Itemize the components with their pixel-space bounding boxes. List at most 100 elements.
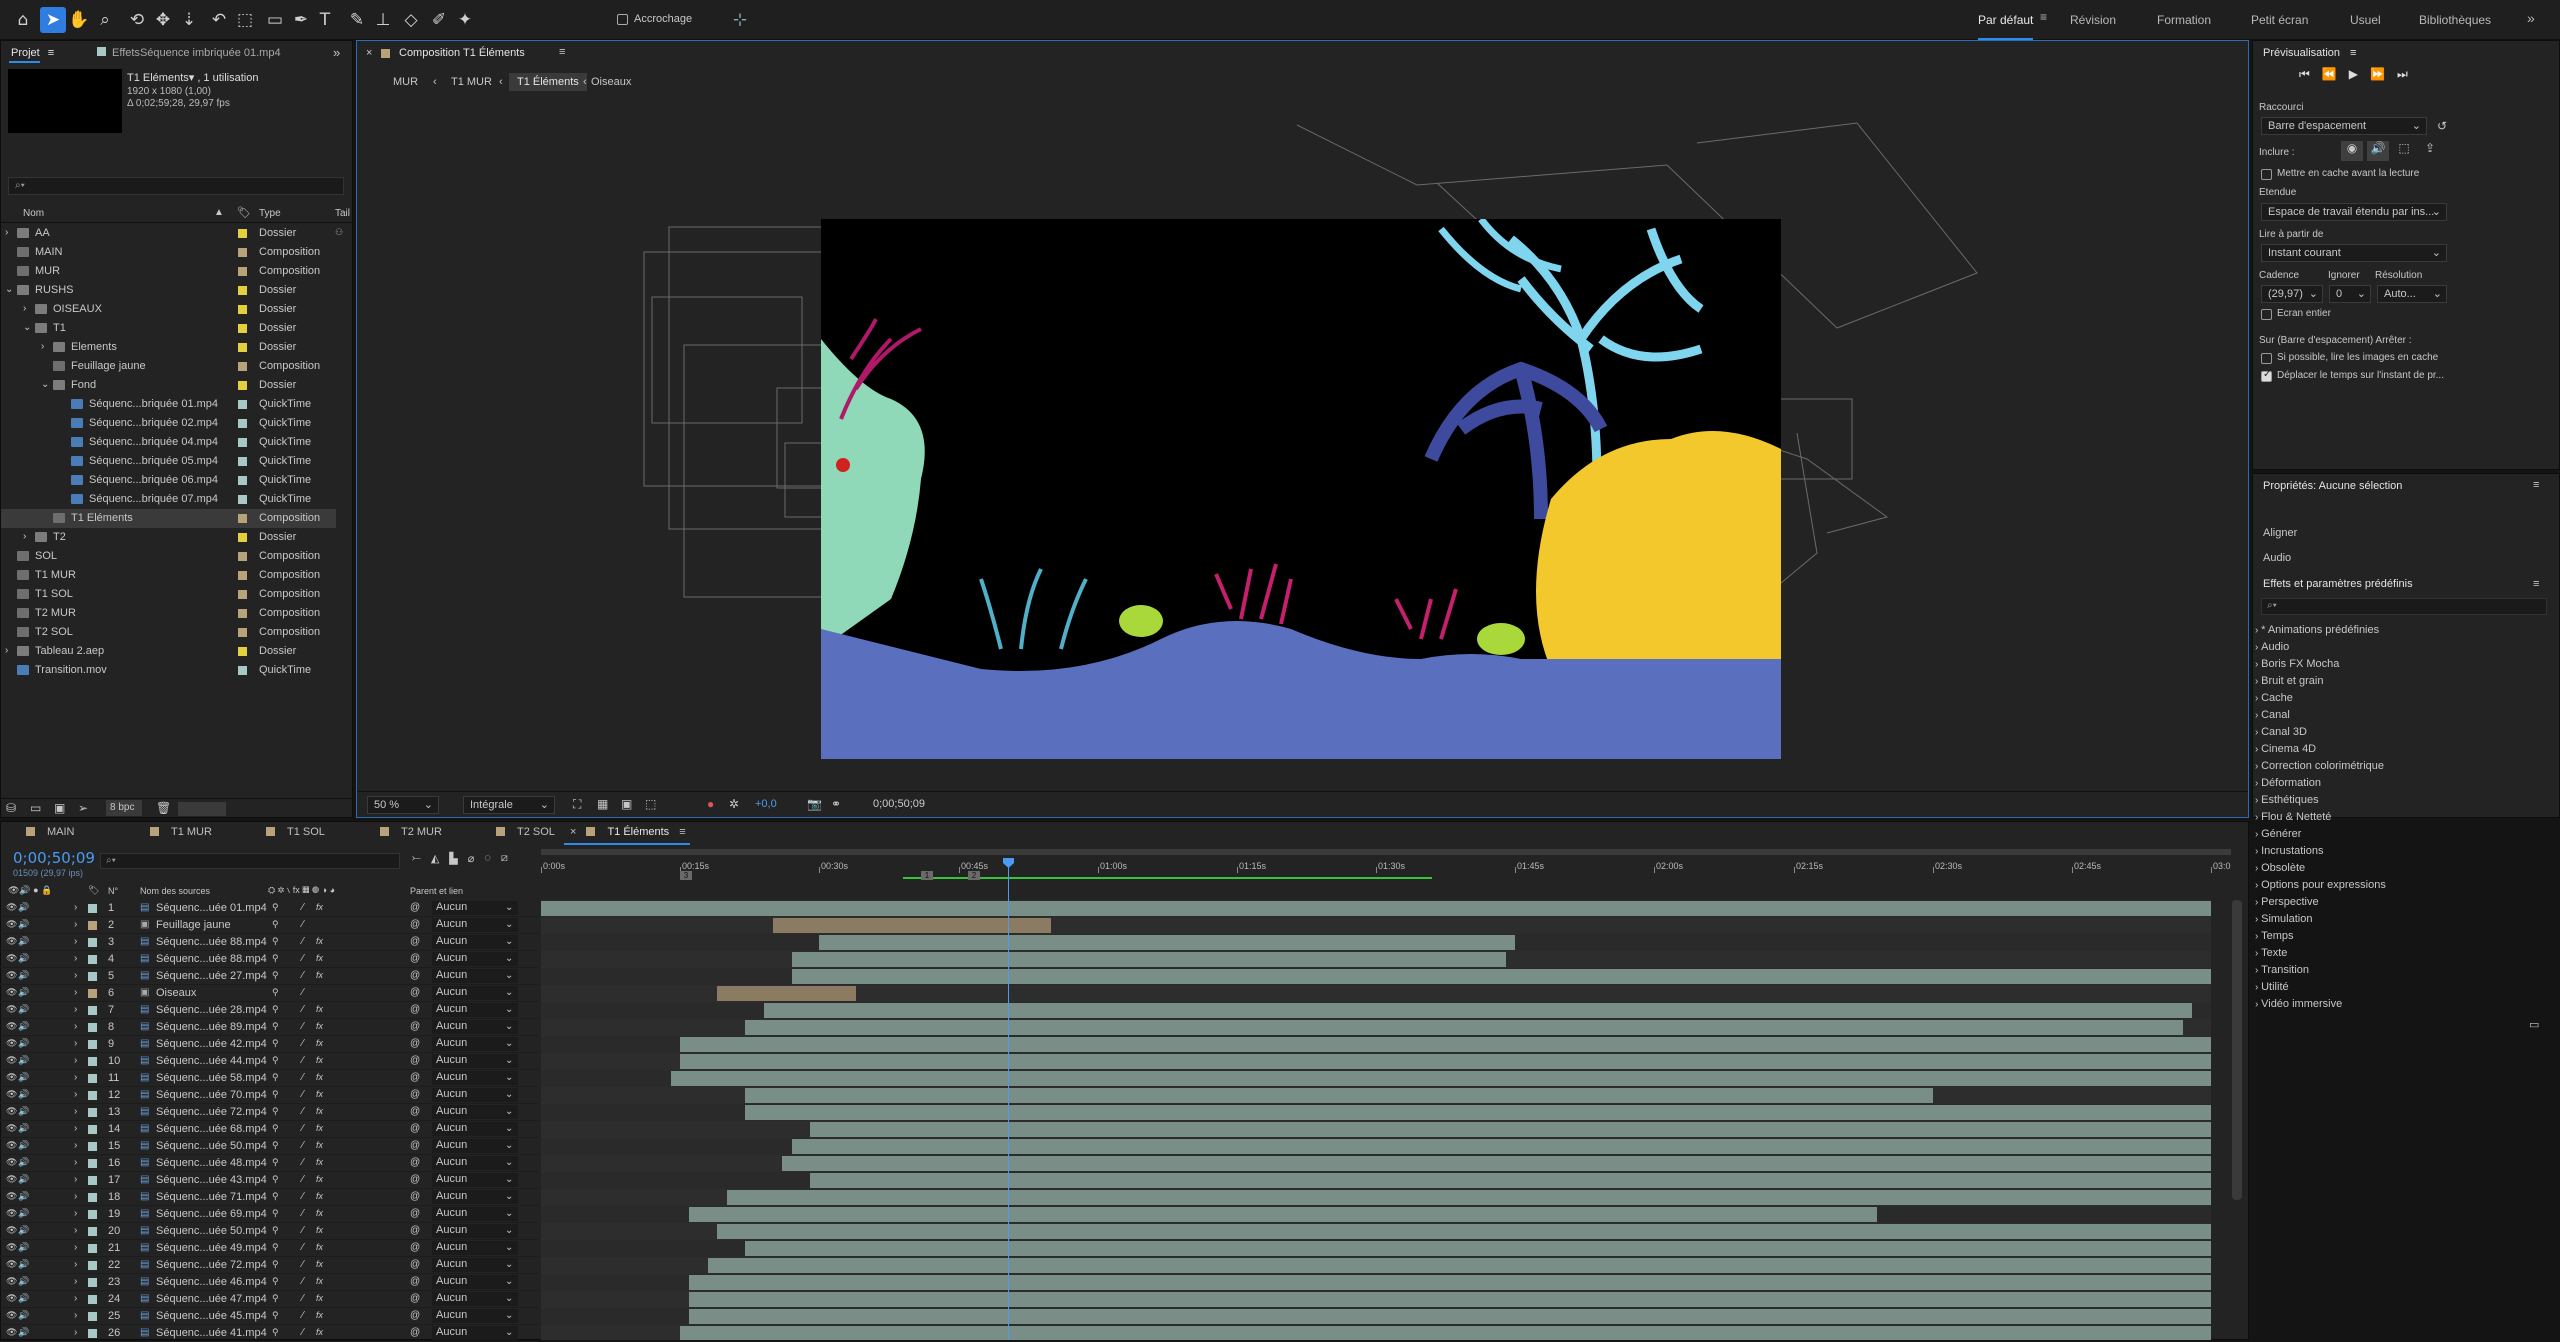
label-color-swatch[interactable] [238, 666, 247, 675]
label-tag-icon[interactable]: 🏷 [237, 206, 251, 219]
parent-pickwhip-icon[interactable]: @ [410, 1276, 420, 1287]
label-color-swatch[interactable] [88, 1023, 97, 1032]
shy-switch-icon[interactable]: ⚲ [272, 1225, 279, 1236]
visibility-eye-icon[interactable]: 👁 [6, 919, 17, 930]
parent-pickwhip-icon[interactable]: @ [410, 1259, 420, 1270]
label-color-swatch[interactable] [238, 419, 247, 428]
audio-speaker-icon[interactable]: 🔊 [18, 953, 29, 964]
shy-switch-icon[interactable]: ⚲ [272, 1004, 279, 1015]
visibility-eye-icon[interactable]: 👁 [6, 1157, 17, 1168]
show-snapshot-icon[interactable]: ⚭ [831, 797, 841, 811]
panel-collapse-icon[interactable]: » [333, 45, 340, 60]
draft-3d-icon[interactable]: ◭ [431, 852, 439, 865]
audio-speaker-icon[interactable]: 🔊 [18, 1225, 29, 1236]
layer-duration-bar[interactable] [671, 1071, 2211, 1086]
label-color-swatch[interactable] [88, 904, 97, 913]
visibility-eye-icon[interactable]: 👁 [6, 902, 17, 913]
expand-layer-icon[interactable]: › [74, 1106, 77, 1117]
cache-checkbox[interactable] [2261, 169, 2272, 180]
workspace-tab[interactable]: Bibliothèques [2419, 13, 2491, 27]
parent-pickwhip-icon[interactable]: @ [410, 919, 420, 930]
new-bin-icon[interactable]: ▭ [2529, 1018, 2539, 1031]
audio-speaker-icon[interactable]: 🔊 [18, 1293, 29, 1304]
project-item[interactable]: Séquenc...briquée 07.mp4 QuickTime [1, 490, 337, 509]
effects-category[interactable]: › Vidéo immersive [2255, 998, 2342, 1010]
play-from-dropdown[interactable]: Instant courant ⌄ [2261, 244, 2447, 262]
parent-pickwhip-icon[interactable]: @ [410, 1293, 420, 1304]
breadcrumb-item[interactable]: T1 MUR [443, 73, 500, 91]
panel-menu-icon[interactable]: ≡ [2350, 47, 2356, 59]
visibility-eye-icon[interactable]: 👁 [6, 1259, 17, 1270]
col-type-header[interactable]: Type [259, 208, 281, 219]
audio-speaker-icon[interactable]: 🔊 [18, 1072, 29, 1083]
quality-switch-icon[interactable]: ⁄ [302, 1123, 304, 1134]
effects-category[interactable]: › Esthétiques [2255, 794, 2319, 806]
breadcrumb-item[interactable]: Oiseaux [583, 73, 639, 91]
visibility-eye-icon[interactable]: 👁 [6, 1276, 17, 1287]
label-color-swatch[interactable] [88, 1210, 97, 1219]
visibility-eye-icon[interactable]: 👁 [6, 1310, 17, 1321]
panel-menu-icon[interactable]: ≡ [48, 47, 54, 59]
disclosure-open-icon[interactable]: ⌄ [5, 284, 13, 295]
snap-toggle[interactable]: Accrochage [617, 13, 692, 25]
workspace-tab[interactable]: Formation [2157, 13, 2211, 27]
work-area-bar[interactable] [903, 877, 1432, 879]
audio-speaker-icon[interactable]: 🔊 [18, 1123, 29, 1134]
project-item[interactable]: T1 MUR Composition [1, 566, 337, 585]
visibility-eye-icon[interactable]: 👁 [6, 1293, 17, 1304]
breadcrumb-item[interactable]: MUR [385, 73, 426, 91]
play-icon[interactable]: ▶ [2349, 67, 2358, 82]
layer-row[interactable]: 👁 🔊 › 7 ▤ Séquenc...uée 28.mp4 ⚲ ⁄ fx @ Aucun ⌄ [0, 1002, 538, 1019]
visibility-eye-icon[interactable]: 👁 [6, 1089, 17, 1100]
parent-pickwhip-icon[interactable]: @ [410, 1021, 420, 1032]
quality-switch-icon[interactable]: ⁄ [302, 1191, 304, 1202]
label-color-swatch[interactable] [88, 1057, 97, 1066]
label-color-swatch[interactable] [238, 324, 247, 333]
effects-category[interactable]: › Transition [2255, 964, 2309, 976]
visibility-eye-icon[interactable]: 👁 [6, 1225, 17, 1236]
comp-marker[interactable]: 2 [968, 871, 980, 880]
shy-switch-icon[interactable]: ⚲ [272, 1174, 279, 1185]
col-source-header[interactable]: Nom des sources [140, 886, 210, 896]
layer-duration-bar[interactable] [745, 1105, 2211, 1120]
label-color-swatch[interactable] [238, 628, 247, 637]
parent-pickwhip-icon[interactable]: @ [410, 936, 420, 947]
layer-duration-bar[interactable] [727, 1190, 2211, 1205]
project-item[interactable]: SOL Composition [1, 547, 337, 566]
audio-speaker-icon[interactable]: 🔊 [18, 987, 29, 998]
audio-speaker-icon[interactable]: 🔊 [18, 902, 29, 913]
shy-switch-icon[interactable]: ⚲ [272, 1259, 279, 1270]
expand-layer-icon[interactable]: › [74, 1208, 77, 1219]
audio-speaker-icon[interactable]: 🔊 [18, 1327, 29, 1338]
label-color-swatch[interactable] [88, 1040, 97, 1049]
eraser-tool-icon[interactable]: ◇ [398, 7, 424, 33]
effects-category[interactable]: › Obsolète [2255, 862, 2305, 874]
last-frame-icon[interactable]: ⏭ [2397, 67, 2408, 82]
fx-switch-icon[interactable]: fx [316, 1004, 323, 1014]
shy-switch-icon[interactable]: ⚲ [272, 1242, 279, 1253]
label-color-swatch[interactable] [238, 381, 247, 390]
audio-speaker-icon[interactable]: 🔊 [18, 1004, 29, 1015]
pen-tool-icon[interactable]: ✒ [288, 7, 314, 33]
fx-switch-icon[interactable]: fx [316, 1225, 323, 1235]
move-time-checkbox[interactable]: ✓ [2261, 369, 2272, 382]
col-size-header[interactable]: Tail [335, 208, 350, 219]
timeline-tab[interactable]: × T1 Éléments ≡ [564, 826, 690, 845]
fx-switch-icon[interactable]: fx [316, 1055, 323, 1065]
col-name-header[interactable]: Nom [23, 208, 44, 219]
expand-layer-icon[interactable]: › [74, 1140, 77, 1151]
expand-layer-icon[interactable]: › [74, 1072, 77, 1083]
project-item[interactable]: T1 SOL Composition [1, 585, 337, 604]
label-color-swatch[interactable] [88, 1278, 97, 1287]
render-queue-icon[interactable]: ➢ [78, 801, 88, 815]
parent-pickwhip-icon[interactable]: @ [410, 1242, 420, 1253]
layer-row[interactable]: 👁 🔊 › 18 ▤ Séquenc...uée 71.mp4 ⚲ ⁄ fx @ Aucun ⌄ [0, 1189, 538, 1206]
hand-tool-icon[interactable]: ✋ [66, 7, 92, 33]
parent-pickwhip-icon[interactable]: @ [410, 1225, 420, 1236]
comp-marker[interactable]: 3 [680, 871, 692, 880]
panel-menu-icon[interactable]: ≡ [679, 826, 685, 838]
layer-duration-bar[interactable] [680, 1326, 2211, 1340]
layer-row[interactable]: 👁 🔊 › 11 ▤ Séquenc...uée 58.mp4 ⚲ ⁄ fx @ Aucun ⌄ [0, 1070, 538, 1087]
color-channels-icon[interactable]: ● [707, 797, 714, 811]
label-color-swatch[interactable] [88, 1108, 97, 1117]
